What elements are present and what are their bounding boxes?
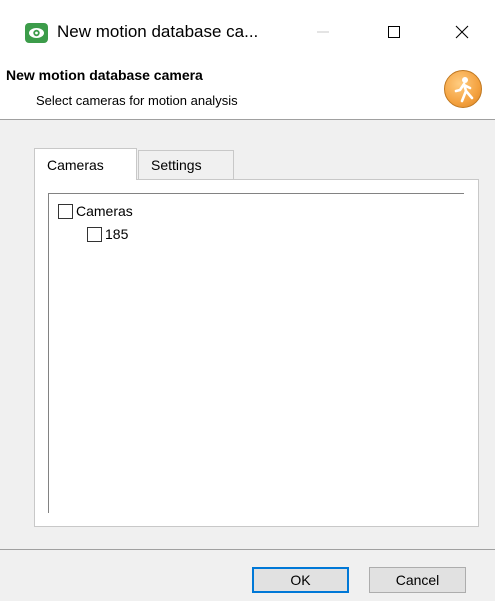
close-button[interactable] xyxy=(439,14,485,50)
cameras-checkbox[interactable] xyxy=(58,203,73,219)
footer-divider xyxy=(0,549,495,550)
minimize-button[interactable] xyxy=(300,14,346,50)
header-subtitle: Select cameras for motion analysis xyxy=(36,93,238,108)
cancel-button[interactable]: Cancel xyxy=(369,567,466,593)
camera-tree[interactable]: Cameras 185 xyxy=(48,193,464,513)
tab-settings[interactable]: Settings xyxy=(138,150,234,179)
minimize-icon xyxy=(317,31,329,33)
window-title: New motion database ca... xyxy=(57,22,259,41)
maximize-button[interactable] xyxy=(371,14,417,50)
tab-cameras[interactable]: Cameras xyxy=(34,148,137,180)
tree-item-label: 185 xyxy=(105,226,129,242)
header-title: New motion database camera xyxy=(6,67,203,83)
title-bar[interactable]: New motion database ca... xyxy=(0,0,495,60)
eye-icon xyxy=(25,23,48,43)
tree-item-camera-185[interactable]: 185 xyxy=(87,226,128,242)
maximize-icon xyxy=(388,26,400,38)
close-icon xyxy=(455,25,469,39)
camera-185-checkbox[interactable] xyxy=(87,226,102,242)
dialog-header: New motion database camera Select camera… xyxy=(0,60,495,120)
ok-button[interactable]: OK xyxy=(252,567,349,593)
tree-item-label: Cameras xyxy=(76,203,133,219)
tree-item-cameras[interactable]: Cameras xyxy=(58,203,133,219)
dialog-window: New motion database ca... New motion dat… xyxy=(0,0,495,601)
motion-person-icon xyxy=(444,70,482,108)
